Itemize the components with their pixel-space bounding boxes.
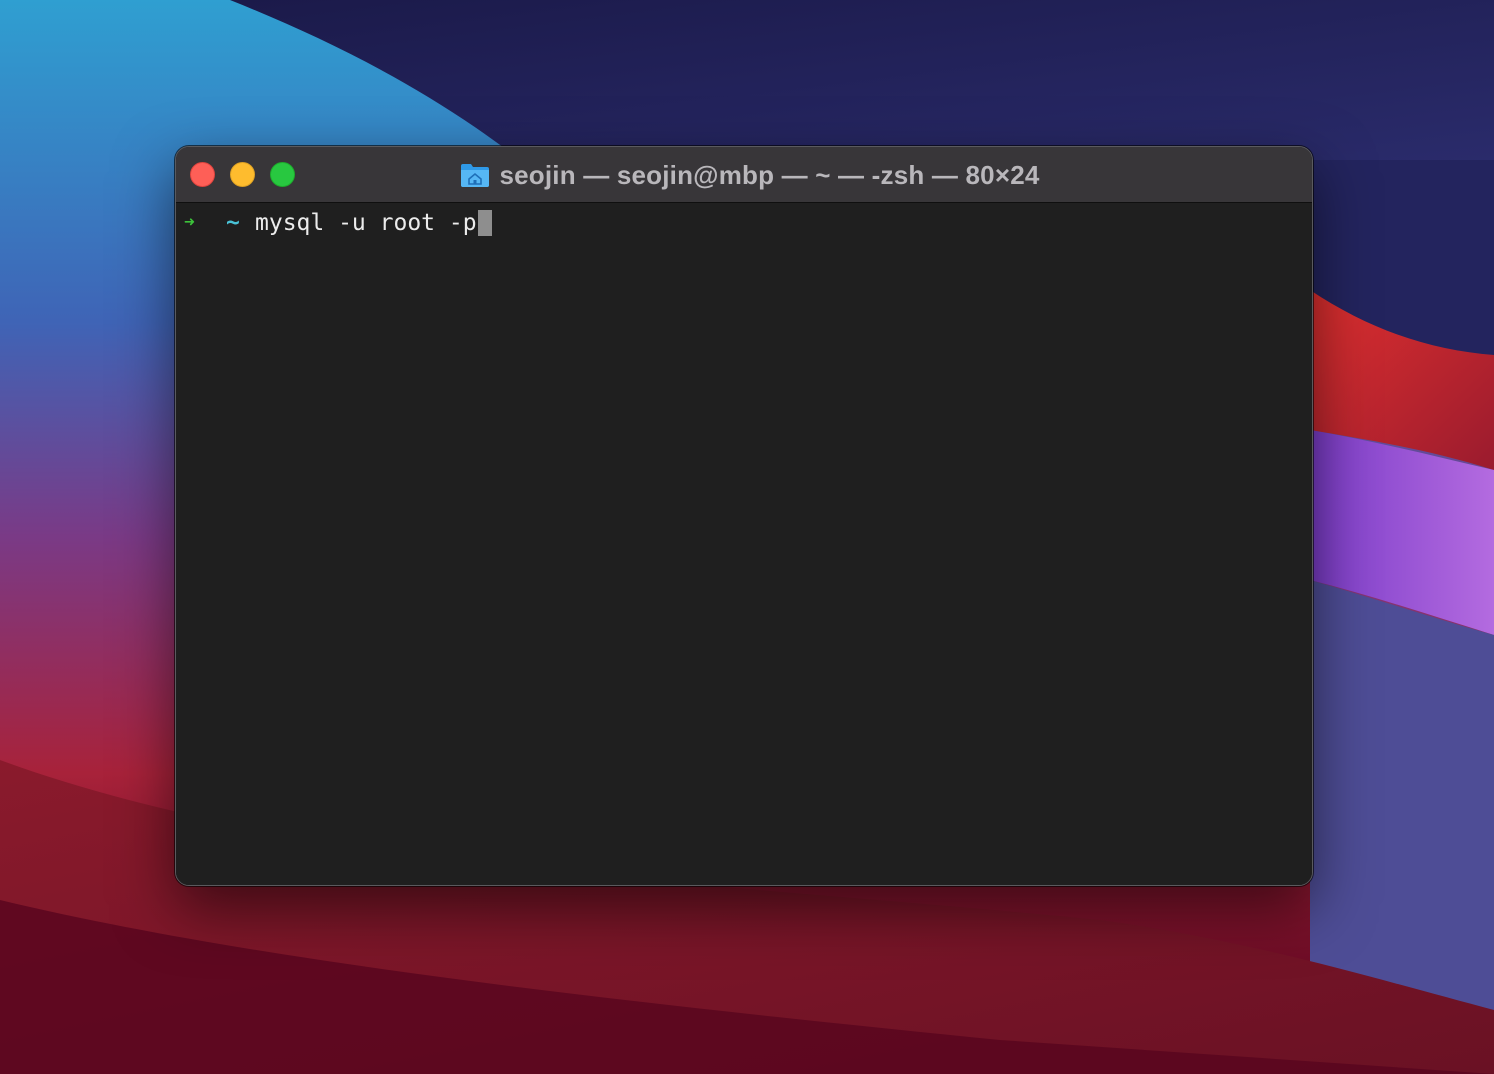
window-title: seojin — seojin@mbp — ~ — -zsh — 80×24 [499,159,1040,190]
prompt-arrow-icon: ➜ [184,212,195,233]
command-input[interactable]: mysql -u root -p [255,208,477,238]
home-folder-icon [461,164,490,187]
terminal-content[interactable]: ➜ ~ mysql -u root -p [176,203,1312,885]
window-title-area: seojin — seojin@mbp — ~ — -zsh — 80×24 [176,147,1312,203]
prompt-directory: ~ [226,210,240,236]
terminal-window: seojin — seojin@mbp — ~ — -zsh — 80×24 ➜… [175,146,1313,886]
window-titlebar[interactable]: seojin — seojin@mbp — ~ — -zsh — 80×24 [176,147,1312,203]
prompt-line: ➜ ~ mysql -u root -p [184,208,492,238]
text-cursor [477,210,492,236]
